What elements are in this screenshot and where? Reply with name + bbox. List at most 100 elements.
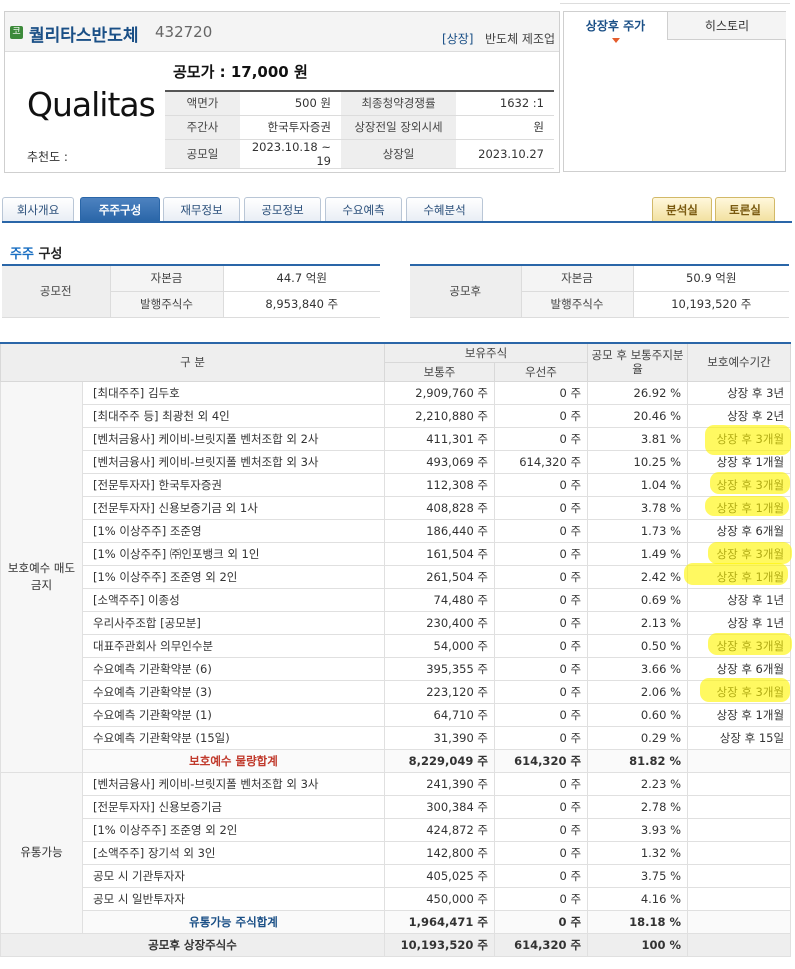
preferred-shares: 0 주 — [494, 794, 589, 819]
common-shares: 186,440 주 — [384, 518, 496, 543]
table-row: [소액주주] 장기석 외 3인 142,800 주0 주 1.32 % — [1, 840, 792, 865]
capital-label: 자본금 — [521, 265, 634, 292]
company-name[interactable]: 퀄리타스반도체 — [29, 21, 138, 46]
header-ratio: 공모 후 보통주지분율 — [587, 343, 689, 382]
info-value: 2023.10.27 — [456, 139, 554, 169]
common-shares: 64,710 주 — [384, 702, 496, 727]
preferred-shares: 0 주 — [494, 610, 589, 635]
ownership-ratio: 20.46 % — [587, 403, 689, 428]
main-nav-tabs: 회사개요 주주구성 재무정보 공모정보 수요예측 수혜분석 분석실 토론실 — [2, 197, 792, 223]
common-shares: 54,000 주 — [384, 633, 496, 658]
common-shares: 424,872 주 — [384, 817, 496, 842]
highlight-mark — [705, 496, 789, 516]
info-value: 1632 :1 — [456, 91, 554, 116]
table-row: [1% 이상주주] 조준영 186,440 주0 주 1.73 % 상장 후 6개월 — [1, 518, 792, 543]
header-preferred: 우선주 — [494, 362, 589, 382]
header-common: 보통주 — [384, 362, 496, 382]
lockup-period: 상장 후 6개월 — [687, 518, 792, 543]
highlight-mark — [708, 542, 792, 564]
company-logo-area: Qualitas 추천도 : — [5, 53, 165, 173]
tab-beneficiary-analysis[interactable]: 수혜분석 — [406, 197, 483, 221]
common-shares: 261,504 주 — [384, 564, 496, 589]
ownership-ratio: 2.78 % — [587, 794, 689, 819]
info-label: 주간사 — [165, 115, 240, 140]
info-value: 2023.10.18 ~ 19 — [240, 139, 341, 169]
holder-name: [벤처금융사] 케이비-브릿지폴 벤처조합 외 3사 — [81, 449, 386, 474]
capital-label: 자본금 — [110, 265, 224, 292]
common-shares: 408,828 주 — [384, 495, 496, 520]
table-row: [1% 이상주주] 조준영 외 2인261,504 주0 주2.42 %상장 후… — [1, 564, 792, 589]
preferred-shares: 0 주 — [494, 656, 589, 681]
header-lockup: 보호예수기간 — [687, 343, 792, 382]
ownership-ratio: 4.16 % — [587, 886, 689, 911]
tradable-sum-common: 1,964,471 주 — [384, 909, 496, 934]
info-value: 한국투자증권 — [240, 115, 341, 140]
tab-post-listing-price[interactable]: 상장후 주가 — [564, 12, 667, 40]
total-label: 공모후 상장주식수 — [0, 932, 386, 957]
shares-label: 발행주식수 — [110, 291, 224, 318]
shares-value: 10,193,520 주 — [633, 291, 789, 318]
table-row: 유통가능 [벤처금융사] 케이비-브릿지폴 벤처조합 외 3사 241,390 주0… — [0, 771, 792, 934]
ipo-price: 공모가 : 17,000 원 — [173, 63, 308, 81]
lockup-period: 상장 후 1년 — [687, 610, 792, 635]
table-row: [1% 이상주주] 조준영 외 2인 424,872 주0 주 3.93 % — [1, 817, 792, 842]
shares-label: 발행주식수 — [521, 291, 634, 318]
highlight-mark — [710, 472, 790, 494]
tab-demand-forecast[interactable]: 수요예측 — [325, 197, 402, 221]
capital-before-table: 공모전 자본금 44.7 억원 발행주식수 8,953,840 주 — [2, 264, 380, 318]
recommend-label: 추천도 : — [27, 150, 68, 164]
tab-ipo-info[interactable]: 공모정보 — [244, 197, 321, 221]
preferred-shares: 0 주 — [494, 840, 589, 865]
ownership-ratio: 2.23 % — [587, 771, 689, 796]
table-row: 공모 시 기관투자자 405,025 주0 주 3.75 % — [1, 863, 792, 888]
price-history-box: 상장후 주가 히스토리 — [563, 11, 786, 172]
ownership-ratio: 3.78 % — [587, 495, 689, 520]
total-common: 10,193,520 주 — [384, 932, 496, 957]
header-category: 구 분 — [0, 343, 386, 382]
table-row: 대표주관회사 의무인수분54,000 주0 주0.50 %상장 후 3개월 — [1, 633, 792, 658]
tab-history[interactable]: 히스토리 — [667, 12, 786, 40]
tab-company-overview[interactable]: 회사개요 — [2, 197, 74, 221]
info-label: 최종청약경쟁률 — [341, 91, 456, 116]
ownership-ratio: 1.49 % — [587, 541, 689, 566]
preferred-shares: 0 주 — [494, 541, 589, 566]
tradable-sum-label: 유통가능 주식합계 — [81, 909, 386, 934]
lockup-period: 상장 후 1년 — [687, 587, 792, 612]
preferred-shares: 0 주 — [494, 426, 589, 451]
lockup-period: 상장 후 2년 — [687, 403, 792, 428]
empty-cell — [687, 817, 792, 842]
empty-cell — [687, 886, 792, 911]
holder-name: [전문투자자] 한국투자증권 — [81, 472, 386, 497]
holder-name: 수요예측 기관확약분 (15일) — [81, 725, 386, 750]
ownership-ratio: 0.69 % — [587, 587, 689, 612]
market-status-tag: [상장] — [442, 32, 474, 46]
info-label: 공모일 — [165, 139, 240, 169]
common-shares: 411,301 주 — [384, 426, 496, 451]
common-shares: 450,000 주 — [384, 886, 496, 911]
info-label: 상장일 — [341, 139, 456, 169]
ownership-ratio: 1.73 % — [587, 518, 689, 543]
table-row: [소액주주] 이종성 74,480 주0 주 0.69 % 상장 후 1년 — [1, 587, 792, 612]
locked-sum-preferred: 614,320 주 — [494, 748, 589, 773]
holder-name: [1% 이상주주] 조준영 — [81, 518, 386, 543]
after-ipo-label: 공모후 — [410, 265, 522, 318]
top-strip — [560, 0, 790, 4]
tab-shareholders[interactable]: 주주구성 — [80, 197, 160, 221]
holder-name: [1% 이상주주] ㈜인포뱅크 외 1인 — [81, 541, 386, 566]
ownership-ratio: 3.66 % — [587, 656, 689, 681]
holder-name: 우리사주조합 [공모분] — [81, 610, 386, 635]
holder-name: [벤처금융사] 케이비-브릿지폴 벤처조합 외 2사 — [81, 426, 386, 451]
company-logo: Qualitas — [27, 85, 156, 124]
holder-name: 수요예측 기관확약분 (3) — [81, 679, 386, 704]
kosdaq-market-icon: 코 — [10, 26, 23, 39]
ownership-ratio: 2.42 % — [587, 564, 689, 589]
ownership-ratio: 2.13 % — [587, 610, 689, 635]
company-code: 432720 — [155, 23, 213, 41]
table-row: 수요예측 기관확약분 (15일) 31,390 주0 주 0.29 % 상장 후 15… — [1, 725, 792, 750]
tab-financials[interactable]: 재무정보 — [163, 197, 240, 221]
tab-discussion-room[interactable]: 토론실 — [715, 197, 775, 221]
tab-analysis-room[interactable]: 분석실 — [652, 197, 712, 221]
ownership-ratio: 10.25 % — [587, 449, 689, 474]
ownership-ratio: 1.04 % — [587, 472, 689, 497]
preferred-shares: 0 주 — [494, 495, 589, 520]
